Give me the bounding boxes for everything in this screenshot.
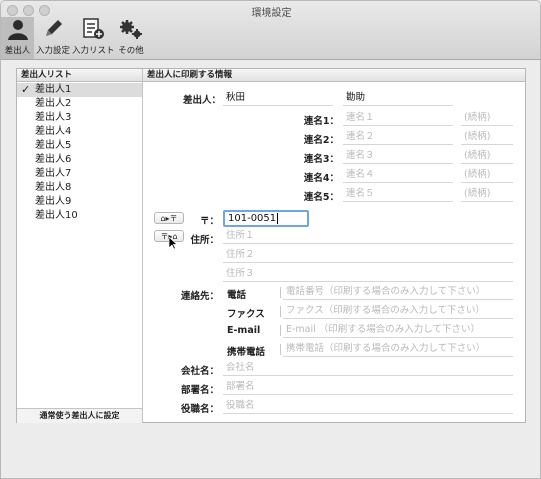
renmei-2-honorific-field[interactable]: (続柄) (461, 128, 513, 145)
sender-label: 差出人： (182, 95, 221, 106)
email-field[interactable]: E-mail （印刷する場合のみ入力して下さい） (283, 321, 513, 338)
address-1-field[interactable]: 住所１ (223, 227, 513, 244)
fax-label: ファクス (227, 309, 265, 320)
job-title-field[interactable]: 役職名 (223, 397, 513, 414)
toolbar-label: その他 (118, 46, 144, 56)
renmei-4-honorific-field[interactable]: (続柄) (461, 166, 513, 183)
fax-field[interactable]: ファクス（印刷する場合のみ入力して下さい） (283, 302, 513, 319)
sender-list-item[interactable]: ✓ 差出人1 (17, 83, 142, 97)
zip-code-input[interactable]: 101-0051 (223, 210, 309, 227)
sender-list-item[interactable]: 差出人7 (17, 167, 142, 181)
last-name-field[interactable]: 秋田 (223, 89, 333, 106)
gears-icon (120, 20, 142, 39)
renmei-5-field[interactable]: 連名５ (343, 185, 453, 202)
sender-list-item[interactable]: 差出人5 (17, 139, 142, 153)
list-item-label: 差出人8 (35, 182, 72, 193)
sender-list-item[interactable]: 差出人2 (17, 97, 142, 111)
list-add-icon (83, 18, 104, 39)
renmei-1-field[interactable]: 連名１ (343, 109, 453, 126)
address-label: 住所： (190, 235, 219, 246)
detail-header: 差出人に印刷する情報 (143, 69, 525, 82)
sender-list-item[interactable]: 差出人6 (17, 153, 142, 167)
sender-list-item[interactable]: 差出人3 (17, 111, 142, 125)
address-3-field[interactable]: 住所３ (223, 265, 513, 282)
renmei-3-field[interactable]: 連名３ (343, 147, 453, 164)
sender-list-item[interactable]: 差出人4 (17, 125, 142, 139)
list-item-label: 差出人9 (35, 196, 72, 207)
phone-label: 電話 (227, 290, 247, 301)
email-label: E-mail (227, 325, 261, 336)
toolbar-label: 入力設定 (35, 46, 70, 56)
separator (280, 344, 281, 355)
address-to-zip-button[interactable]: ⌂▸〒 (154, 212, 184, 224)
toolbar-sender-button[interactable]: 差出人 (1, 17, 34, 59)
mobile-label: 携帯電話 (227, 347, 266, 358)
renmei-label: 連名2： (303, 135, 339, 146)
toolbar-label: 入力リスト (72, 46, 115, 56)
company-label: 会社名： (180, 366, 219, 377)
renmei-1-honorific-field[interactable]: (続柄) (461, 109, 513, 126)
list-item-label: 差出人10 (35, 210, 78, 221)
list-item-label: 差出人3 (35, 112, 72, 123)
title-bar: 環境設定 差出人 入力設定 入力リスト その他 (1, 1, 540, 60)
list-item-label: 差出人4 (35, 126, 72, 137)
company-field[interactable]: 会社名 (223, 359, 513, 376)
toolbar-other-button[interactable]: その他 (115, 17, 147, 59)
list-item-label: 差出人1 (35, 84, 72, 95)
first-name-field[interactable]: 勘助 (343, 89, 453, 106)
renmei-label: 連名4： (303, 173, 339, 184)
sender-list-item[interactable]: 差出人9 (17, 195, 142, 209)
checkmark-icon: ✓ (21, 83, 31, 96)
renmei-4-field[interactable]: 連名４ (343, 166, 453, 183)
address-2-field[interactable]: 住所２ (223, 246, 513, 263)
renmei-2-field[interactable]: 連名２ (343, 128, 453, 145)
list-item-label: 差出人6 (35, 154, 72, 165)
phone-field[interactable]: 電話番号（印刷する場合のみ入力して下さい） (283, 283, 513, 300)
sender-list-item[interactable]: 差出人8 (17, 181, 142, 195)
renmei-label: 連名1： (303, 116, 339, 127)
separator (280, 306, 281, 317)
sender-list-item[interactable]: 差出人10 (17, 209, 142, 223)
contact-label: 連絡先： (180, 291, 219, 302)
zip-label: 〒： (199, 216, 219, 227)
list-item-label: 差出人7 (35, 168, 72, 179)
preferences-window: 環境設定 差出人 入力設定 入力リスト その他 差出人リスト 差出人に印刷する情… (0, 0, 541, 479)
renmei-label: 連名5： (303, 192, 339, 203)
mouse-cursor-icon (169, 237, 178, 250)
text-cursor (277, 212, 279, 224)
separator (280, 325, 281, 336)
toolbar-input-list-button[interactable]: 入力リスト (72, 17, 115, 59)
renmei-5-honorific-field[interactable]: (続柄) (461, 185, 513, 202)
department-field[interactable]: 部署名 (223, 378, 513, 395)
renmei-3-honorific-field[interactable]: (続柄) (461, 147, 513, 164)
person-icon (7, 20, 28, 40)
renmei-label: 連名3： (303, 154, 339, 165)
toolbar-label: 差出人 (4, 46, 31, 56)
sender-list-header: 差出人リスト (17, 69, 142, 82)
job-title-label: 役職名： (180, 404, 219, 415)
department-label: 部署名： (180, 385, 219, 396)
separator (280, 287, 281, 298)
toolbar-input-settings-button[interactable]: 入力設定 (35, 17, 71, 59)
list-item-label: 差出人5 (35, 140, 72, 151)
set-default-sender-button[interactable]: 通常使う差出人に設定 (17, 408, 142, 423)
panel-divider (142, 69, 143, 422)
list-item-label: 差出人2 (35, 98, 72, 109)
mobile-field[interactable]: 携帯電話（印刷する場合のみ入力して下さい） (283, 340, 513, 357)
pencil-icon (46, 20, 62, 36)
